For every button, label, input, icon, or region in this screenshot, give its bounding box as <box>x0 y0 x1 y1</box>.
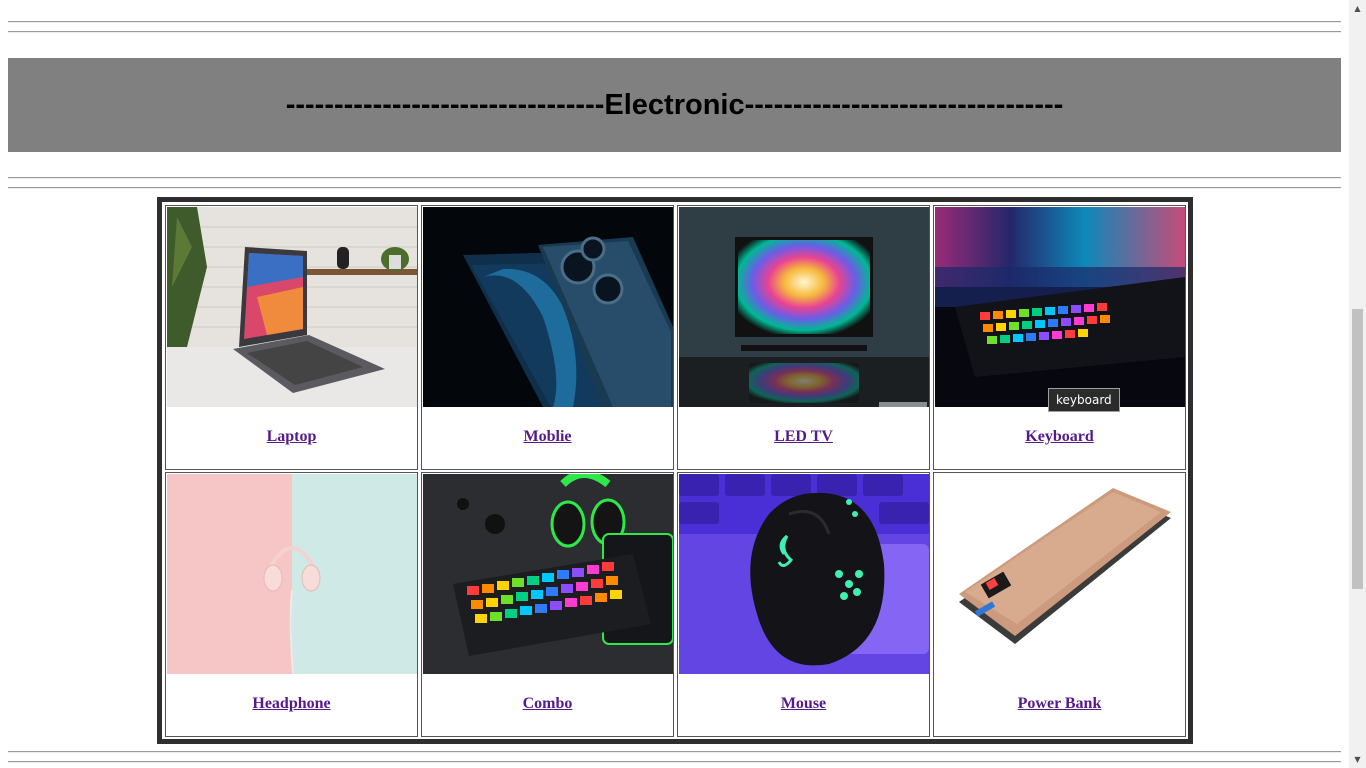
horizontal-rule <box>8 31 1341 33</box>
horizontal-rule <box>8 21 1341 23</box>
scroll-down-arrow-icon[interactable]: ▼ <box>1349 751 1366 768</box>
product-cell-combo: Combo <box>421 472 674 737</box>
section-title: ---------------------------------Electro… <box>285 88 1064 121</box>
product-link-keyboard[interactable]: Keyboard <box>1025 428 1093 445</box>
product-link-mobile[interactable]: Moblie <box>524 428 572 445</box>
product-cell-keyboard: Keyboard <box>933 205 1186 470</box>
section-banner: ---------------------------------Electro… <box>8 58 1341 152</box>
laptop-image[interactable] <box>167 207 417 407</box>
power-bank-image[interactable] <box>935 474 1185 674</box>
scroll-up-arrow-icon[interactable]: ▲ <box>1349 0 1366 17</box>
mobile-image[interactable] <box>423 207 673 407</box>
combo-image[interactable] <box>423 474 673 674</box>
led-tv-image[interactable] <box>679 207 929 407</box>
keyboard-image[interactable] <box>935 207 1185 407</box>
product-link-laptop[interactable]: Laptop <box>267 428 317 445</box>
scrollbar-thumb[interactable] <box>1352 309 1363 589</box>
vertical-scrollbar[interactable]: ▲ ▼ <box>1349 0 1366 768</box>
products-table: Laptop Moblie LED TV Keyboard Headphone … <box>157 197 1193 744</box>
product-cell-mobile: Moblie <box>421 205 674 470</box>
product-cell-laptop: Laptop <box>165 205 418 470</box>
product-link-combo[interactable]: Combo <box>523 695 573 712</box>
horizontal-rule <box>8 187 1341 189</box>
product-link-mouse[interactable]: Mouse <box>781 695 826 712</box>
horizontal-rule <box>8 751 1341 753</box>
image-tooltip: keyboard <box>1048 388 1120 412</box>
product-cell-led-tv: LED TV <box>677 205 930 470</box>
horizontal-rule <box>8 177 1341 179</box>
horizontal-rule <box>8 761 1341 763</box>
product-cell-headphone: Headphone <box>165 472 418 737</box>
product-link-headphone[interactable]: Headphone <box>252 695 330 712</box>
product-link-led-tv[interactable]: LED TV <box>774 428 833 445</box>
product-cell-power-bank: Power Bank <box>933 472 1186 737</box>
mouse-image[interactable] <box>679 474 929 674</box>
headphone-image[interactable] <box>167 474 417 674</box>
product-cell-mouse: Mouse <box>677 472 930 737</box>
product-link-power-bank[interactable]: Power Bank <box>1018 695 1102 712</box>
